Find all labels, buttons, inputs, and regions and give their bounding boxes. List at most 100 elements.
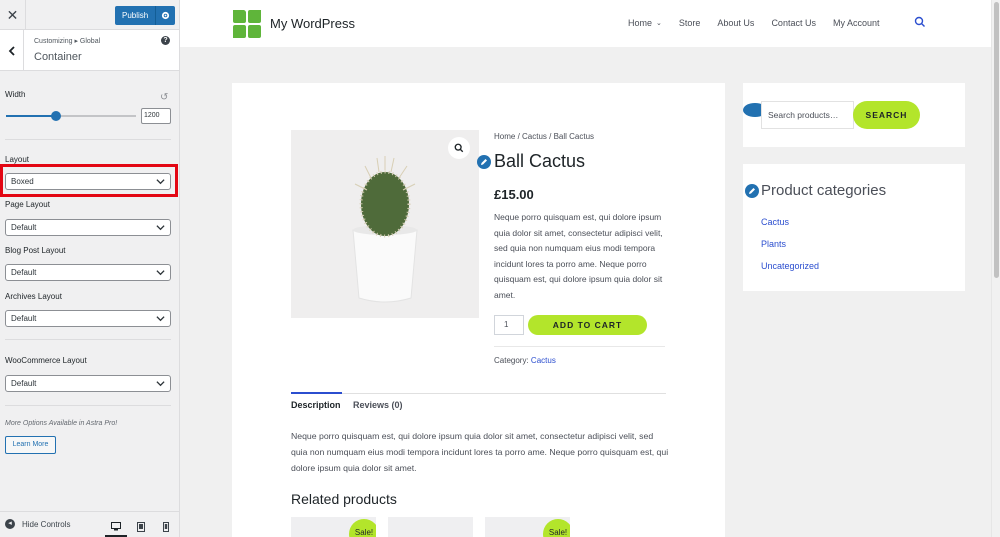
mobile-preview-icon[interactable] (155, 517, 177, 537)
search-widget: Search products… SEARCH (743, 83, 965, 147)
preview-scrollbar[interactable] (991, 0, 1000, 537)
customizer-toolbar: ✕ Publish (0, 0, 179, 30)
width-input[interactable]: 1200 (141, 108, 171, 124)
blog-layout-select-value: Default (11, 268, 37, 277)
woo-layout-label: WooCommerce Layout (5, 356, 87, 365)
nav-item-my-account[interactable]: My Account (833, 18, 880, 28)
customizer-sidebar: ✕ Publish Customizing ▸ Global Container… (0, 0, 180, 537)
collapse-icon: ◂ (5, 519, 15, 529)
learn-more-button[interactable]: Learn More (5, 436, 56, 454)
related-product[interactable] (388, 517, 473, 537)
blog-layout-select[interactable]: Default (5, 264, 171, 281)
layout-label: Layout (5, 155, 30, 164)
nav-item-label: Home (628, 18, 653, 28)
product-category: Category: Cactus (494, 356, 556, 365)
category-label: Category: (494, 356, 529, 365)
gear-icon[interactable] (155, 6, 176, 25)
page-layout-select-value: Default (11, 223, 37, 232)
highlight-annotation (0, 164, 178, 197)
category-link[interactable]: Cactus (531, 356, 556, 365)
edit-pencil-icon[interactable] (745, 184, 759, 198)
edit-pencil-icon[interactable] (477, 155, 491, 169)
section-header: Customizing ▸ Global Container ? (0, 30, 179, 71)
related-product[interactable]: Sale! (485, 517, 570, 537)
active-tab-indicator (291, 392, 342, 394)
category-link-uncategorized[interactable]: Uncategorized (761, 261, 819, 271)
woo-layout-select-value: Default (11, 379, 37, 388)
breadcrumb: Customizing ▸ Global (34, 38, 101, 45)
divider (5, 139, 171, 140)
cactus-image (291, 130, 479, 318)
site-preview: My WordPress Home ⌄ Store About Us Contac… (180, 0, 991, 537)
publish-button[interactable]: Publish (115, 6, 156, 25)
nav-item-about-us[interactable]: About Us (717, 18, 754, 28)
search-button[interactable]: SEARCH (853, 101, 920, 129)
tabs-divider (291, 393, 666, 394)
nav-item-label: Store (678, 18, 701, 28)
hide-controls-label: Hide Controls (22, 519, 71, 529)
search-icon[interactable] (914, 16, 926, 28)
archives-layout-label: Archives Layout (5, 292, 62, 301)
sale-badge: Sale! (543, 519, 570, 537)
product-search-input[interactable]: Search products… (761, 101, 854, 129)
close-icon[interactable]: ✕ (0, 0, 26, 30)
scrollbar-thumb[interactable] (994, 2, 999, 278)
page-layout-select[interactable]: Default (5, 219, 171, 236)
tab-reviews[interactable]: Reviews (0) (353, 400, 403, 410)
width-label: Width (5, 90, 26, 99)
chevron-down-icon (156, 225, 165, 231)
customizer-window: ✕ Publish Customizing ▸ Global Container… (0, 0, 1000, 537)
nav-item-contact-us[interactable]: Contact Us (771, 18, 816, 28)
woo-layout-select[interactable]: Default (5, 375, 171, 392)
page-layout-label: Page Layout (5, 200, 50, 209)
hide-controls-button[interactable]: ◂ Hide Controls (5, 519, 70, 529)
product-image[interactable] (291, 130, 479, 318)
product-price: £15.00 (494, 187, 534, 202)
nav-item-label: Contact Us (771, 18, 816, 28)
quantity-input[interactable]: 1 (494, 315, 524, 335)
publish-group: Publish (115, 6, 176, 25)
section-title: Container (34, 51, 82, 63)
archives-layout-select[interactable]: Default (5, 310, 171, 327)
related-product[interactable]: Sale! (291, 517, 376, 537)
related-products-title: Related products (291, 491, 397, 507)
categories-title: Product categories (761, 182, 887, 199)
site-title[interactable]: My WordPress (270, 16, 355, 31)
divider (5, 339, 171, 340)
nav-item-store[interactable]: Store (679, 18, 701, 28)
category-link-cactus[interactable]: Cactus (761, 217, 789, 227)
tablet-preview-icon[interactable] (130, 517, 152, 537)
reset-icon[interactable]: ↺ (160, 92, 168, 103)
nav-item-label: My Account (832, 18, 880, 28)
product-content: Home / Cactus / Ball Cactus Ball Cactus … (232, 83, 725, 537)
categories-widget: Product categories Cactus Plants Uncateg… (743, 164, 965, 291)
zoom-button[interactable] (448, 137, 470, 159)
divider (5, 405, 171, 406)
divider (494, 346, 665, 347)
archives-layout-select-value: Default (11, 314, 37, 323)
help-icon[interactable]: ? (161, 36, 170, 45)
chevron-down-icon (156, 381, 165, 387)
magnify-icon (454, 143, 464, 153)
product-long-description: Neque porro quisquam est, qui dolore ips… (291, 431, 669, 473)
desktop-preview-icon[interactable] (105, 517, 127, 537)
customizer-footer: ◂ Hide Controls (0, 511, 179, 537)
blog-layout-label: Blog Post Layout (5, 246, 66, 255)
product-short-description: Neque porro quisquam est, qui dolore ips… (494, 212, 663, 300)
chevron-down-icon: ⌄ (656, 20, 662, 27)
chevron-down-icon (156, 316, 165, 322)
site-logo-icon[interactable] (233, 10, 261, 38)
back-chevron-icon[interactable] (0, 30, 24, 71)
product-breadcrumb: Home / Cactus / Ball Cactus (494, 132, 595, 141)
nav-item-home[interactable]: Home ⌄ (628, 18, 662, 28)
category-link-plants[interactable]: Plants (761, 239, 786, 249)
width-slider-handle[interactable] (51, 111, 61, 121)
product-title: Ball Cactus (494, 151, 586, 171)
site-header: My WordPress Home ⌄ Store About Us Contac… (180, 0, 991, 47)
nav-item-label: About Us (717, 18, 755, 28)
primary-nav: Home ⌄ Store About Us Contact Us My Accou… (628, 18, 897, 28)
add-to-cart-button[interactable]: ADD TO CART (528, 315, 647, 335)
tab-description[interactable]: Description (291, 400, 341, 410)
pro-upsell-note: More Options Available in Astra Pro! (5, 420, 118, 427)
width-slider-fill (6, 115, 56, 117)
